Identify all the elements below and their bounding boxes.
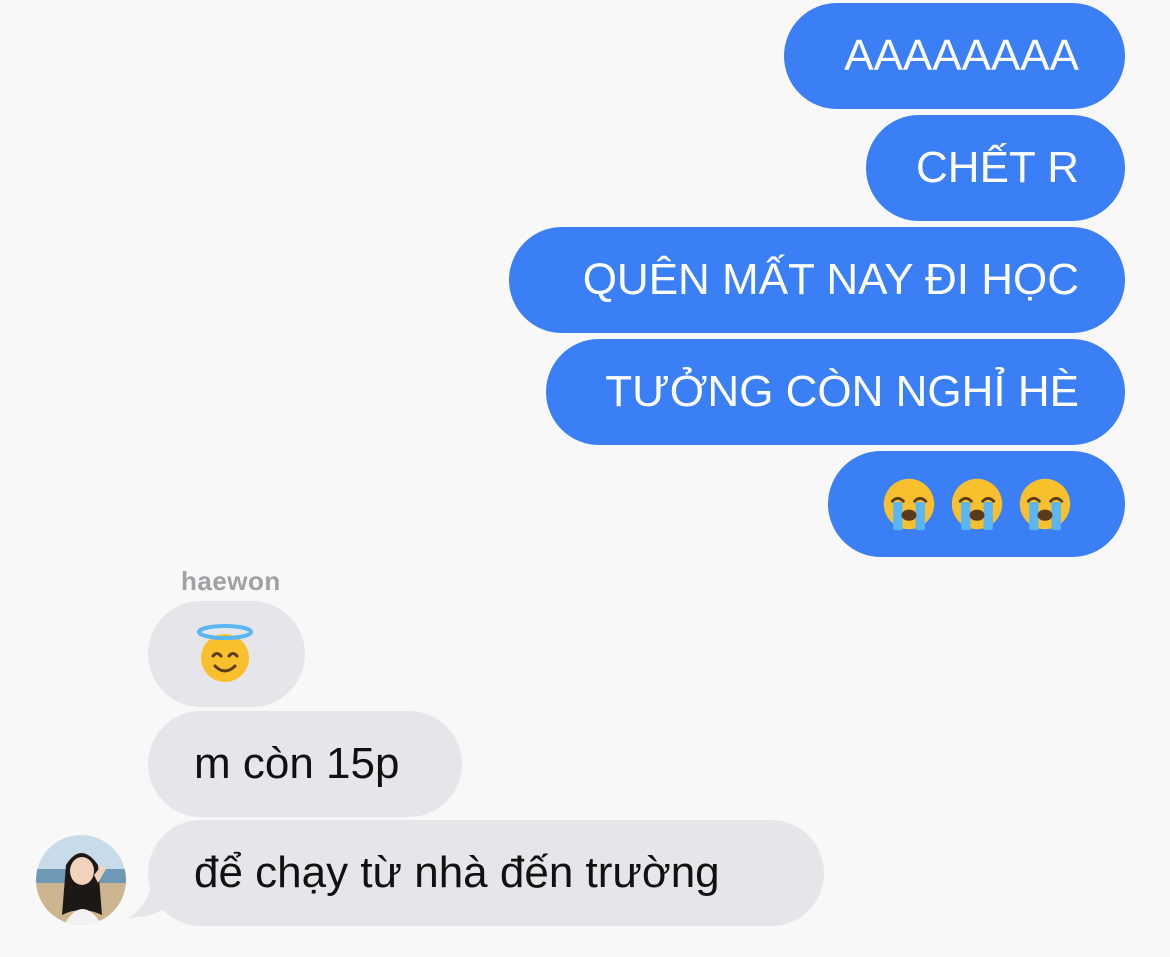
message-text: m còn 15p	[194, 739, 400, 788]
received-emoji-bubble[interactable]	[148, 601, 305, 707]
contact-avatar-photo-icon	[36, 835, 126, 925]
message-text: AAAAAAAA	[844, 31, 1079, 80]
sender-name: haewon	[181, 566, 281, 596]
message-text: CHẾT R	[916, 143, 1079, 192]
message-text: để chạy từ nhà đến trường	[194, 848, 720, 897]
loudly-crying-face-icon	[883, 478, 935, 531]
sent-message-bubble[interactable]: CHẾT R	[866, 115, 1125, 221]
loudly-crying-face-icon	[1019, 478, 1071, 531]
sent-message-bubble[interactable]: TƯỞNG CÒN NGHỈ HÈ	[546, 339, 1125, 445]
sent-message-bubble[interactable]: AAAAAAAA	[784, 3, 1125, 109]
avatar[interactable]	[36, 835, 126, 925]
sent-message-bubble[interactable]: QUÊN MẤT NAY ĐI HỌC	[509, 227, 1125, 333]
loudly-crying-face-icon	[951, 478, 1003, 531]
smiling-face-with-halo-icon	[197, 624, 253, 682]
sent-emoji-bubble[interactable]	[828, 451, 1125, 557]
received-message-bubble[interactable]: để chạy từ nhà đến trường	[148, 820, 824, 926]
message-text: TƯỞNG CÒN NGHỈ HÈ	[605, 367, 1079, 416]
message-text: QUÊN MẤT NAY ĐI HỌC	[582, 255, 1079, 304]
received-message-bubble[interactable]: m còn 15p	[148, 711, 462, 817]
